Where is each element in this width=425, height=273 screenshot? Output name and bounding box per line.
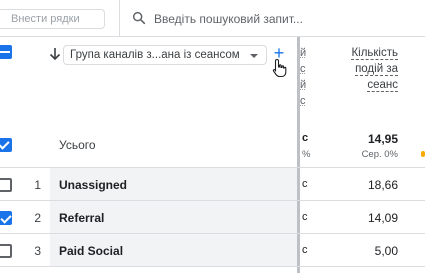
partial-metric-header-line: й — [300, 79, 307, 91]
partial-metric-header-line: с — [300, 63, 306, 75]
row-value: 14,09 — [367, 211, 398, 225]
partial-metric-header-line: й — [300, 47, 307, 59]
total-value: 14,95 — [367, 132, 398, 146]
metric-header-line: сеанс — [367, 79, 398, 92]
select-all-checkbox[interactable] — [0, 45, 12, 59]
row-label: Paid Social — [59, 244, 124, 258]
toolbar-divider — [119, 0, 120, 37]
table-row[interactable]: 1 Unassigned с 18,66 — [0, 168, 425, 201]
total-label: Усього — [59, 138, 96, 152]
total-row-checkbox[interactable] — [0, 138, 12, 152]
total-partial-sub: % — [302, 149, 311, 160]
row-value: 5,00 — [374, 244, 398, 258]
dimension-select[interactable]: Група каналів з...ана із сеансом — [63, 45, 267, 65]
row-index: 3 — [34, 244, 41, 258]
row-partial-value: с — [302, 244, 308, 256]
table-row[interactable]: 2 Referral с 14,09 — [0, 201, 425, 234]
hand-pointer-cursor-icon — [272, 58, 287, 78]
row-checkbox[interactable] — [0, 178, 12, 192]
partial-metric-header: й с й с — [300, 45, 312, 109]
row-partial-value: с — [302, 211, 308, 223]
metric-header-line: Кількість — [351, 47, 398, 60]
chevron-down-icon — [250, 54, 258, 58]
metric-header-line: подій за — [355, 63, 398, 76]
partial-metric-header-line: с — [300, 95, 306, 107]
total-average-label: Сер. 0% — [361, 149, 398, 160]
series-color-mark — [421, 151, 425, 157]
row-index: 1 — [34, 178, 41, 192]
row-label: Unassigned — [59, 178, 128, 192]
table-row[interactable]: 3 Paid Social с 5,00 — [0, 234, 425, 267]
row-partial-value: с — [302, 178, 308, 190]
row-checkbox[interactable] — [0, 211, 12, 225]
row-value: 18,66 — [367, 178, 398, 192]
rows-input[interactable] — [0, 9, 105, 29]
row-index: 2 — [34, 211, 41, 225]
total-row: Усього с % 14,95 Сер. 0% — [0, 121, 425, 168]
search-input[interactable] — [154, 9, 419, 29]
sort-arrow-down-icon[interactable] — [49, 47, 61, 61]
metric-header-events-per-session[interactable]: Кількість подій за сеанс — [318, 45, 398, 93]
dimension-select-label: Група каналів з...ана із сеансом — [70, 49, 240, 61]
table-toolbar — [0, 0, 425, 37]
search-icon — [132, 11, 146, 25]
row-checkbox[interactable] — [0, 244, 12, 258]
row-label: Referral — [59, 211, 105, 225]
total-partial-value: с — [302, 132, 309, 144]
